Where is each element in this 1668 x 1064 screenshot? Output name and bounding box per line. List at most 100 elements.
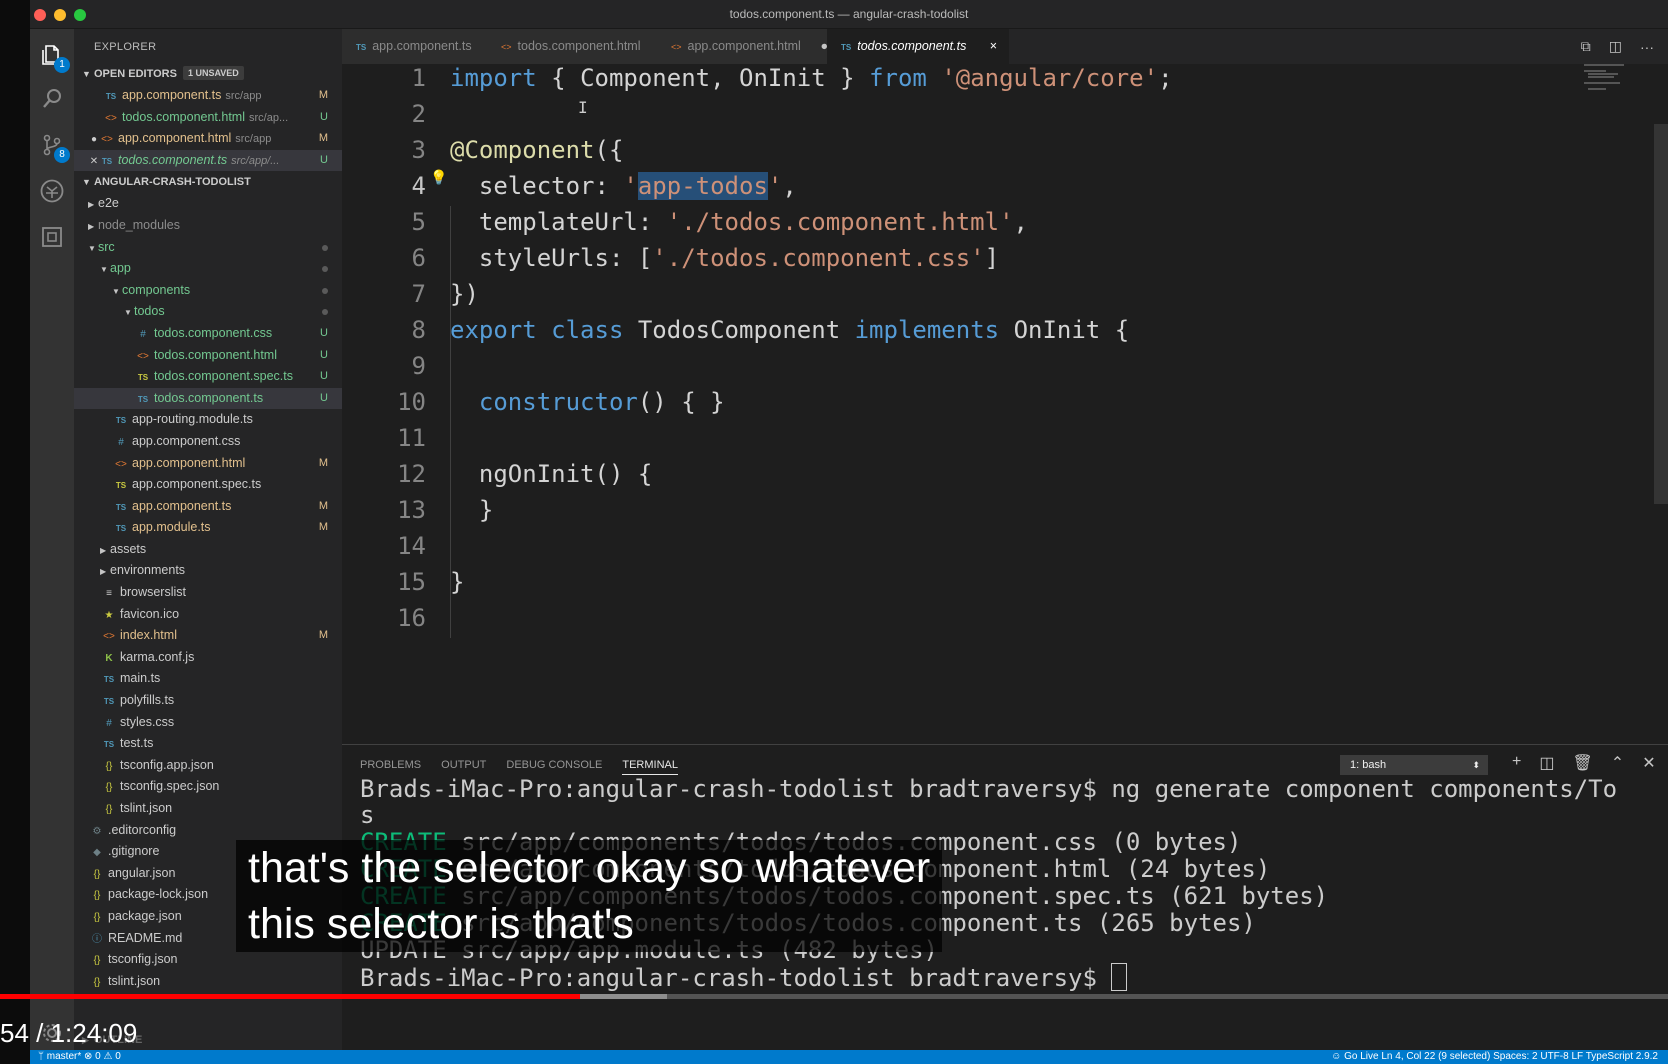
html-file-icon: <> [671, 42, 682, 52]
tree-file[interactable]: Kkarma.conf.js [74, 647, 342, 669]
tree-file[interactable]: {} tslint.json [74, 798, 342, 820]
split-editor-icon[interactable]: ◫ [1609, 38, 1622, 55]
code-line-13: } [450, 496, 494, 524]
open-editor-name: todos.component.html [122, 109, 245, 124]
spec-file-icon: TS [137, 373, 149, 383]
tree-folder[interactable]: ▼ app [74, 258, 342, 280]
open-editor-item[interactable]: ● <> app.component.html src/app M [74, 128, 342, 150]
tree-file[interactable]: TS polyfills.ts [74, 690, 342, 712]
more-actions-icon[interactable]: ··· [1640, 39, 1654, 55]
code-line-10: constructor() { } [450, 388, 725, 416]
video-progress-played [0, 994, 581, 999]
tree-file[interactable]: ★ favicon.ico [74, 604, 342, 626]
tree-file[interactable]: TS app-routing.module.ts [74, 409, 342, 431]
css-file-icon: # [140, 328, 146, 340]
tree-file[interactable]: {} tsconfig.app.json [74, 755, 342, 777]
terminal-prompt-line[interactable]: Brads-iMac-Pro:angular-crash-todolist br… [360, 963, 1128, 992]
tree-file[interactable]: TS app.component.ts M [74, 496, 342, 518]
tree-file[interactable]: TS test.ts [74, 733, 342, 755]
status-right[interactable]: ☺ Go Live Ln 4, Col 22 (9 selected) Spac… [1331, 1050, 1658, 1064]
new-terminal-icon[interactable]: + [1512, 753, 1521, 773]
change-dot-icon [322, 287, 328, 294]
tab-todos-component-ts[interactable]: TS todos.component.ts × [827, 29, 1010, 64]
code-token: OnInit [1013, 316, 1101, 344]
tab-debug-console[interactable]: DEBUG CONSOLE [506, 759, 602, 775]
tree-folder[interactable]: ▶ assets [74, 539, 342, 561]
tree-folder[interactable]: ▶ environments [74, 560, 342, 582]
tree-file[interactable]: ⚙ .editorconfig [74, 820, 342, 842]
tree-file[interactable]: TS main.ts [74, 668, 342, 690]
tree-file[interactable]: {} tsconfig.spec.json [74, 776, 342, 798]
line-number: 2 [411, 100, 426, 128]
tab-terminal[interactable]: TERMINAL [622, 759, 678, 775]
line-number: 8 [411, 316, 426, 344]
video-progress-bar[interactable] [0, 994, 1668, 999]
tree-file[interactable]: TS todos.component.spec.ts U [74, 366, 342, 388]
tree-folder[interactable]: ▶ node_modules [74, 215, 342, 237]
tab-label: todos.component.html [517, 39, 641, 53]
vertical-scrollbar[interactable] [1654, 124, 1668, 504]
trash-icon[interactable]: 🗑 [1572, 753, 1592, 773]
tree-file[interactable]: {} tsconfig.json [74, 949, 342, 971]
line-number: 6 [411, 244, 426, 272]
tree-folder[interactable]: ▶ e2e [74, 193, 342, 215]
tree-file[interactable]: ≡ browserslist [74, 582, 342, 604]
lightbulb-icon[interactable]: 💡 [430, 170, 447, 186]
line-number: 1 [411, 64, 426, 92]
tree-file[interactable]: <> app.component.html M [74, 453, 342, 475]
status-left[interactable]: ᛘ master* ⊗ 0 ⚠ 0 [38, 1050, 121, 1064]
tree-file[interactable]: # styles.css [74, 712, 342, 734]
explorer-icon[interactable]: 1 [38, 41, 70, 73]
tab-problems[interactable]: PROBLEMS [360, 759, 421, 775]
info-icon: ⓘ [92, 933, 102, 945]
window-title: todos.component.ts — angular-crash-todol… [729, 7, 969, 21]
project-section[interactable]: ▼ ANGULAR-CRASH-TODOLIST [74, 171, 342, 193]
debug-icon[interactable] [38, 177, 66, 205]
tree-folder[interactable]: ▼ src [74, 237, 342, 259]
tree-file[interactable]: TS app.module.ts M [74, 517, 342, 539]
chevron-right-icon: ▶ [100, 545, 107, 555]
tab-app-component-ts[interactable]: TS app.component.ts [342, 29, 501, 64]
tree-folder[interactable]: ▼ components [74, 280, 342, 302]
tree-file[interactable]: <> index.html M [74, 625, 342, 647]
code-token: './todos.component.css' [652, 244, 985, 272]
extensions-icon[interactable] [38, 223, 66, 251]
tab-app-component-html[interactable]: <> app.component.html ● [657, 29, 841, 64]
open-editors-section[interactable]: ▼ OPEN EDITORS 1 UNSAVED [74, 63, 342, 85]
tree-file[interactable]: TS app.component.spec.ts [74, 474, 342, 496]
unsaved-dot-icon[interactable]: ● [88, 129, 100, 151]
open-editor-item[interactable]: TS app.component.ts src/app M [74, 85, 342, 107]
tree-item-label: todos.component.spec.ts [154, 369, 293, 384]
tree-item-label: .gitignore [108, 844, 160, 859]
video-progress-buffered [580, 994, 668, 999]
tree-file[interactable]: <> todos.component.html U [74, 345, 342, 367]
search-icon[interactable] [38, 85, 66, 113]
maximize-panel-icon[interactable]: ⌃ [1611, 753, 1624, 773]
tree-item-label: todos [134, 304, 165, 319]
close-panel-icon[interactable]: ✕ [1642, 753, 1655, 773]
close-icon[interactable]: × [990, 29, 997, 64]
code-editor[interactable]: 1 2 3 4 5 6 7 8 9 10 11 12 13 14 15 16 i… [342, 64, 1668, 744]
tree-file[interactable]: # todos.component.css U [74, 323, 342, 345]
tree-item-label: polyfills.ts [120, 693, 175, 708]
tab-todos-component-html[interactable]: <> todos.component.html [487, 29, 671, 64]
terminal-select-value: 1: bash [1350, 759, 1387, 771]
tree-file-selected[interactable]: TS todos.component.ts U [74, 387, 342, 410]
terminal-select[interactable]: 1: bash ⬍ [1340, 755, 1488, 775]
tree-file[interactable]: # app.component.css [74, 431, 342, 453]
open-changes-icon[interactable]: ⧉ [1581, 38, 1591, 55]
code-token: ; [1158, 64, 1173, 92]
source-control-icon[interactable]: 8 [38, 131, 70, 163]
select-arrows-icon: ⬍ [1472, 760, 1480, 770]
close-icon[interactable]: ✕ [88, 151, 100, 173]
tab-output[interactable]: OUTPUT [441, 759, 486, 775]
tree-folder[interactable]: ▼ todos [74, 301, 342, 323]
tree-file[interactable]: {} tslint.json [74, 971, 342, 993]
minimap[interactable] [1584, 64, 1634, 124]
gear-icon: ⚙ [92, 825, 102, 837]
open-editor-name: app.component.ts [122, 88, 222, 102]
open-editor-item[interactable]: <> todos.component.html src/ap... U [74, 107, 342, 129]
split-terminal-icon[interactable]: ◫ [1539, 753, 1554, 773]
open-editor-item-active[interactable]: ✕ TS todos.component.ts src/app/... U [74, 149, 342, 173]
